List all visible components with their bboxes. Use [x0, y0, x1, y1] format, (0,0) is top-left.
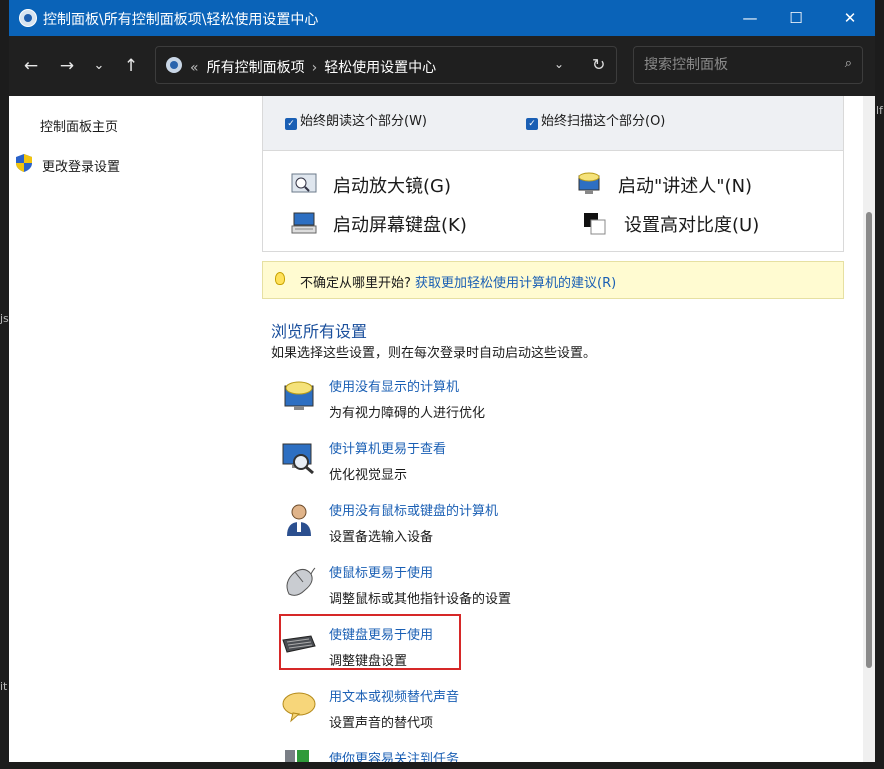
- list-item: 使用没有鼠标或键盘的计算机 设置备选输入设备: [281, 500, 821, 556]
- checkmark-icon: ✓: [285, 118, 297, 130]
- scrollbar-thumb[interactable]: [866, 212, 872, 668]
- setting-link[interactable]: 用文本或视频替代声音: [329, 686, 459, 705]
- background-text-fragment: it: [0, 680, 8, 693]
- suggestion-bar: 不确定从哪里开始? 获取更加轻松使用计算机的建议(R): [262, 261, 844, 299]
- setting-link[interactable]: 使你更容易关注到任务: [329, 748, 459, 762]
- setting-link[interactable]: 使计算机更易于查看: [329, 438, 446, 457]
- refresh-button[interactable]: ↻: [592, 55, 605, 74]
- navigation-bar: ← → ⌄ ↑ « 所有控制面板项 › 轻松使用设置中心 ⌄ ↻ ⌕: [9, 36, 875, 96]
- main-content: ✓ 始终朗读这个部分(W) ✓ 始终扫描这个部分(O) 启动放大镜(G) 启动"讲述…: [253, 96, 863, 762]
- highlight-box: [279, 614, 461, 670]
- users-icon: [285, 750, 309, 762]
- vertical-scrollbar[interactable]: [863, 96, 875, 762]
- magnifier-label: 启动放大镜(G): [333, 176, 451, 197]
- setting-description: 调整鼠标或其他指针设备的设置: [329, 592, 512, 607]
- control-panel-window: 控制面板\所有控制面板项\轻松使用设置中心 — ☐ ✕ ← → ⌄ ↑ « 所有控…: [9, 0, 875, 762]
- address-dropdown-button[interactable]: ⌄: [554, 57, 564, 71]
- address-bar[interactable]: « 所有控制面板项 › 轻松使用设置中心 ⌄ ↻: [155, 46, 617, 84]
- setting-description: 为有视力障碍的人进行优化: [329, 406, 486, 421]
- sidebar-item-home[interactable]: 控制面板主页: [40, 116, 118, 135]
- on-screen-keyboard-icon: [291, 212, 317, 234]
- on-screen-keyboard-label: 启动屏幕键盘(K): [333, 215, 467, 236]
- monitor-magnifier-icon: [282, 443, 314, 475]
- quick-access-panel: ✓ 始终朗读这个部分(W) ✓ 始终扫描这个部分(O) 启动放大镜(G) 启动"讲述…: [262, 96, 844, 252]
- setting-description: 优化视觉显示: [329, 468, 408, 483]
- quick-access-options: ✓ 始终朗读这个部分(W) ✓ 始终扫描这个部分(O): [263, 96, 843, 151]
- monitor-speech-icon: [284, 381, 314, 410]
- browse-heading: 浏览所有设置: [271, 322, 368, 341]
- read-aloud-checkbox[interactable]: ✓ 始终朗读这个部分(W): [285, 110, 427, 130]
- maximize-button[interactable]: ☐: [773, 0, 819, 36]
- breadcrumb-separator[interactable]: ›: [312, 60, 318, 76]
- checkmark-icon: ✓: [526, 118, 538, 130]
- forward-button[interactable]: →: [55, 54, 79, 78]
- magnifier-icon: [291, 173, 317, 193]
- sidebar-item-login-settings[interactable]: 更改登录设置: [42, 156, 120, 175]
- title-bar[interactable]: 控制面板\所有控制面板项\轻松使用设置中心 — ☐ ✕: [9, 0, 875, 36]
- lightbulb-icon: [275, 272, 285, 285]
- high-contrast-label: 设置高对比度(U): [624, 215, 760, 236]
- setting-description: 设置备选输入设备: [329, 530, 434, 545]
- breadcrumb-overflow[interactable]: «: [190, 60, 199, 76]
- search-input[interactable]: [642, 56, 826, 74]
- sidebar: 控制面板主页 更改登录设置: [9, 96, 253, 762]
- list-item: 用文本或视频替代声音 设置声音的替代项: [281, 686, 821, 742]
- setting-description: 设置声音的替代项: [329, 716, 434, 731]
- scan-checkbox[interactable]: ✓ 始终扫描这个部分(O): [526, 110, 665, 130]
- breadcrumb-item[interactable]: 所有控制面板项: [207, 60, 305, 76]
- back-button[interactable]: ←: [19, 54, 43, 78]
- list-item: 使你更容易关注到任务: [281, 748, 821, 762]
- recent-locations-button[interactable]: ⌄: [87, 54, 111, 78]
- browse-description: 如果选择这些设置，则在每次登录时自动启动这些设置。: [271, 346, 597, 361]
- narrator-icon: [578, 172, 600, 194]
- minimize-button[interactable]: —: [727, 0, 773, 36]
- search-icon[interactable]: ⌕: [845, 56, 852, 71]
- setting-link[interactable]: 使用没有显示的计算机: [329, 376, 459, 395]
- close-button[interactable]: ✕: [827, 0, 873, 36]
- background-text-fragment: lf: [876, 104, 883, 117]
- suggestion-prefix: 不确定从哪里开始?: [300, 276, 411, 291]
- speech-bubble-icon: [282, 692, 316, 723]
- high-contrast-icon: [584, 213, 606, 235]
- search-box[interactable]: ⌕: [633, 46, 863, 84]
- background-text-fragment: js: [0, 312, 9, 325]
- narrator-label: 启动"讲述人"(N): [618, 176, 753, 197]
- list-item: 使计算机更易于查看 优化视觉显示: [281, 438, 821, 494]
- up-button[interactable]: ↑: [119, 54, 143, 78]
- suggestion-link[interactable]: 获取更加轻松使用计算机的建议(R): [415, 276, 616, 291]
- setting-link[interactable]: 使鼠标更易于使用: [329, 562, 433, 581]
- control-panel-icon: [19, 9, 37, 27]
- breadcrumb: « 所有控制面板项 › 轻松使用设置中心: [190, 57, 436, 77]
- read-aloud-label: 始终朗读这个部分(W): [300, 114, 427, 129]
- list-item: 使用没有显示的计算机 为有视力障碍的人进行优化: [281, 376, 821, 432]
- control-panel-icon: [166, 57, 182, 73]
- setting-link[interactable]: 使用没有鼠标或键盘的计算机: [329, 500, 498, 519]
- person-icon: [287, 504, 311, 536]
- mouse-icon: [286, 567, 316, 596]
- scan-label: 始终扫描这个部分(O): [541, 114, 666, 129]
- window-title: 控制面板\所有控制面板项\轻松使用设置中心: [43, 12, 319, 28]
- uac-shield-icon: [16, 154, 32, 172]
- breadcrumb-item[interactable]: 轻松使用设置中心: [324, 60, 436, 76]
- list-item: 使鼠标更易于使用 调整鼠标或其他指针设备的设置: [281, 562, 821, 618]
